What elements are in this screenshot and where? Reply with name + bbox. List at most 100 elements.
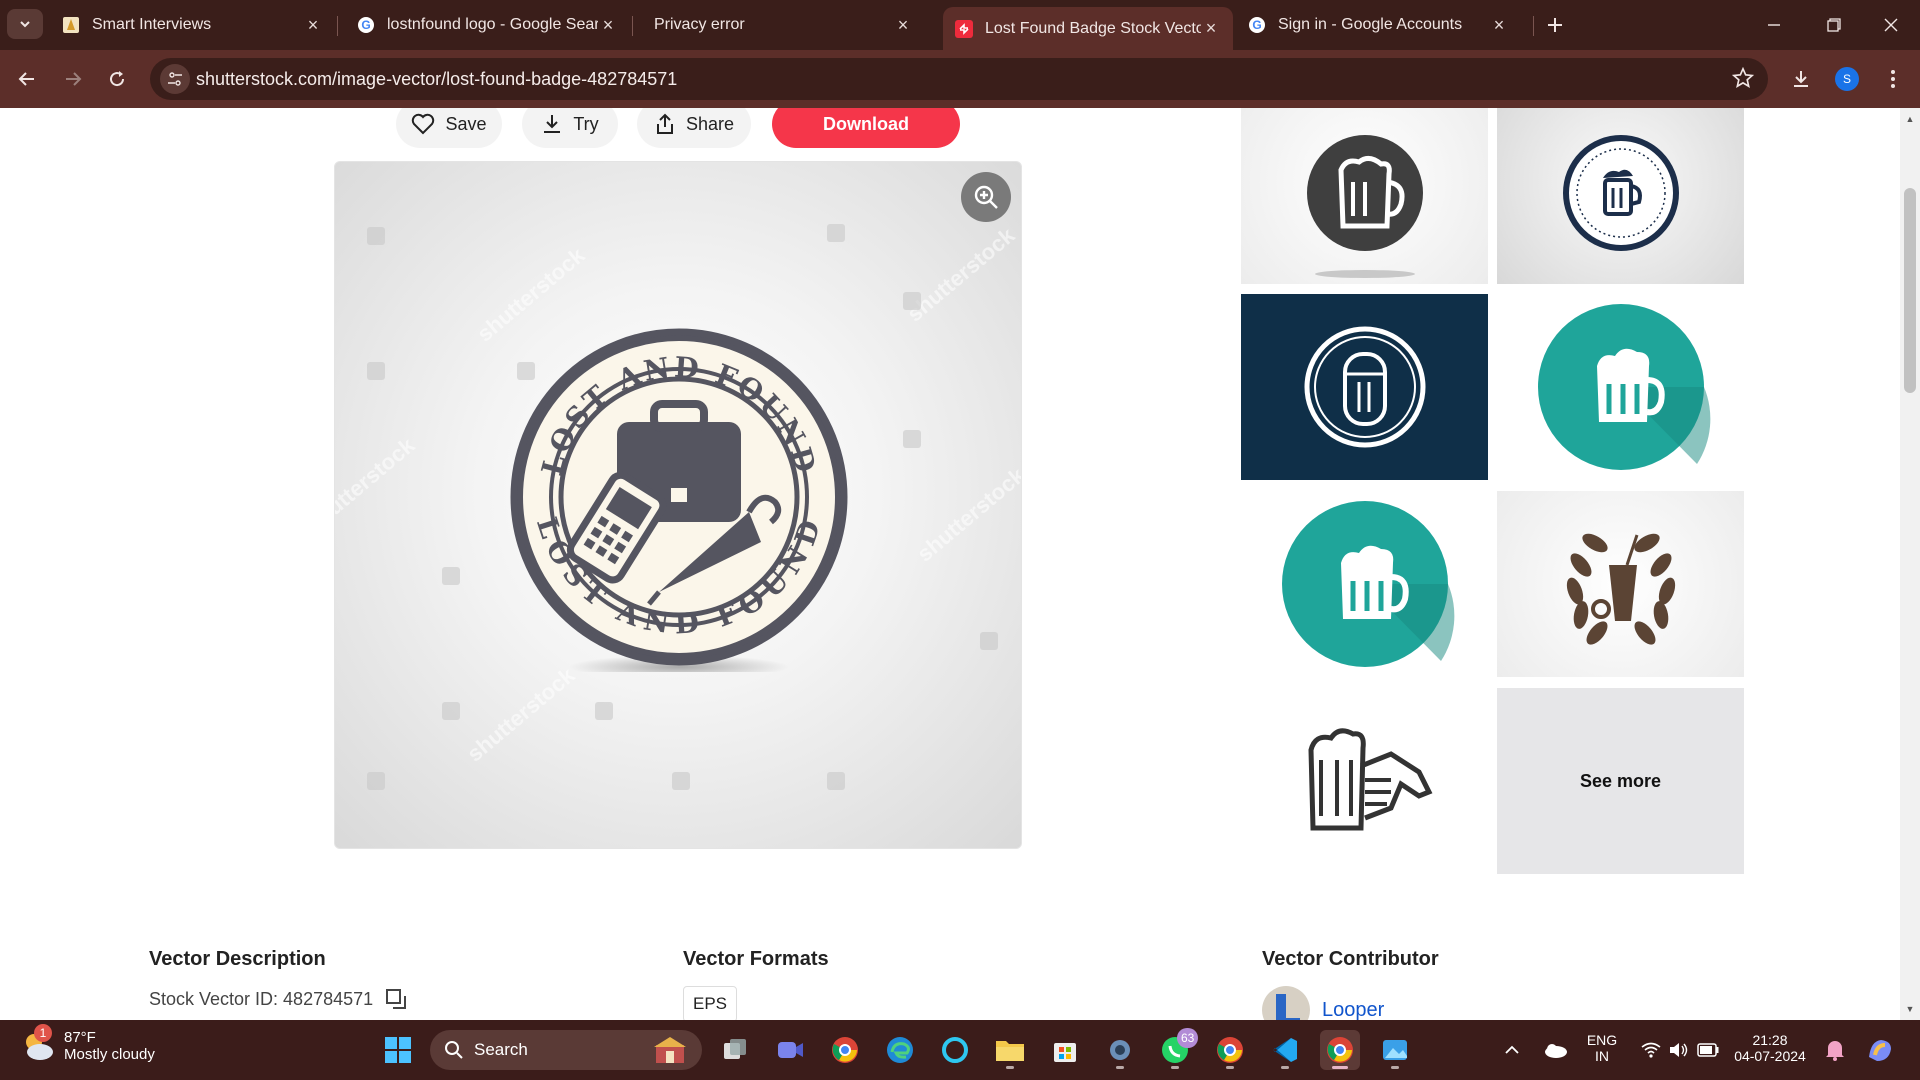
contributor-row[interactable]: Looper (1262, 986, 1384, 1020)
close-icon[interactable]: × (598, 15, 618, 35)
svg-text:G: G (1252, 18, 1261, 32)
profile-button[interactable]: S (1830, 62, 1864, 96)
close-window-button[interactable] (1862, 0, 1920, 50)
chrome-active-icon[interactable] (1320, 1030, 1360, 1070)
scroll-down-arrow-icon[interactable]: ▼ (1905, 1004, 1915, 1014)
notification-bell-icon[interactable] (1815, 1030, 1855, 1070)
task-view-icon[interactable] (715, 1030, 755, 1070)
tab-privacy-error[interactable]: Privacy error × (640, 7, 925, 43)
tab-lost-found-badge[interactable]: Lost Found Badge Stock Vector × (943, 7, 1233, 50)
beer-mug-icon (1282, 501, 1455, 667)
watermark-mark (827, 772, 845, 790)
watermark-mark (367, 227, 385, 245)
language-indicator[interactable]: ENG IN (1582, 1032, 1622, 1064)
taskbar-search[interactable]: Search (430, 1030, 702, 1070)
try-button[interactable]: Try (522, 108, 618, 148)
bookmark-star-icon[interactable] (1731, 66, 1755, 94)
file-explorer-icon[interactable] (990, 1030, 1030, 1070)
smart-interviews-favicon-icon (62, 16, 80, 34)
watermark-text: shutterstock (334, 432, 420, 537)
address-bar[interactable]: shutterstock.com/image-vector/lost-found… (150, 58, 1768, 100)
zoom-button[interactable] (961, 172, 1011, 222)
edge-icon[interactable] (880, 1030, 920, 1070)
related-image-beer-teal-1[interactable] (1497, 294, 1744, 480)
copy-icon[interactable] (385, 988, 407, 1010)
arrow-right-icon (66, 72, 82, 86)
close-icon[interactable]: × (303, 15, 323, 35)
language-top: ENG (1586, 1032, 1618, 1048)
google-favicon-icon: G (357, 16, 375, 34)
save-button[interactable]: Save (396, 108, 502, 148)
related-image-drink-wreath[interactable] (1497, 491, 1744, 677)
arrow-left-icon (18, 72, 34, 86)
minimize-button[interactable] (1745, 0, 1803, 50)
whatsapp-icon[interactable]: 63 (1155, 1028, 1199, 1070)
search-icon (445, 1041, 463, 1059)
close-icon[interactable]: × (893, 15, 913, 35)
close-icon[interactable]: × (1489, 15, 1509, 35)
back-button[interactable] (10, 62, 44, 96)
main-preview-image[interactable]: shutterstock shutterstock shutterstock s… (334, 161, 1022, 849)
clock-time: 21:28 (1752, 1032, 1788, 1048)
beer-mug-icon (1538, 304, 1711, 470)
weather-widget[interactable]: 1 87°F Mostly cloudy (20, 1024, 155, 1064)
beer-hand-icon (1308, 728, 1433, 831)
chevron-up-icon[interactable] (1492, 1030, 1532, 1070)
new-tab-button[interactable] (1540, 10, 1570, 40)
related-image-beer-hand[interactable] (1241, 688, 1488, 874)
watermark-mark (672, 772, 690, 790)
tab-smart-interviews[interactable]: Smart Interviews × (50, 7, 335, 43)
forward-button[interactable] (56, 62, 90, 96)
beer-glass-icon (1304, 326, 1426, 448)
running-indicator (1171, 1066, 1179, 1069)
page-scrollbar[interactable]: ▲ ▼ (1900, 108, 1920, 1020)
contributor-avatar[interactable] (1262, 986, 1310, 1020)
meet-icon[interactable] (770, 1030, 810, 1070)
tab-google-signin[interactable]: G Sign in - Google Accounts × (1236, 7, 1521, 43)
share-icon (656, 113, 673, 134)
cortana-icon[interactable] (935, 1030, 975, 1070)
share-button[interactable]: Share (637, 108, 751, 148)
download-button[interactable]: Download (772, 108, 960, 148)
watermark-mark (827, 224, 845, 242)
watermark-mark (442, 567, 460, 585)
start-button[interactable] (378, 1030, 418, 1070)
store-icon[interactable] (1045, 1030, 1085, 1070)
format-chip-eps[interactable]: EPS (683, 986, 737, 1020)
beer-mug-icon (1563, 135, 1679, 251)
drink-wreath-icon (1566, 533, 1676, 645)
clock[interactable]: 21:28 04-07-2024 (1730, 1032, 1810, 1064)
menu-button[interactable] (1876, 62, 1910, 96)
related-image-beer-navy[interactable] (1241, 294, 1488, 480)
related-image-beer-circle[interactable] (1497, 108, 1744, 284)
chevron-down-icon (20, 21, 30, 28)
site-info-button[interactable] (160, 64, 190, 94)
vscode-icon[interactable] (1265, 1030, 1305, 1070)
scroll-thumb[interactable] (1904, 188, 1916, 393)
chrome-profile-icon[interactable] (1210, 1030, 1250, 1070)
scroll-up-arrow-icon[interactable]: ▲ (1905, 114, 1915, 124)
reload-button[interactable] (100, 62, 134, 96)
close-icon[interactable]: × (1201, 18, 1221, 39)
url-text[interactable]: shutterstock.com/image-vector/lost-found… (196, 69, 677, 90)
copilot-icon[interactable] (1860, 1030, 1900, 1070)
tab-lostnfound-search[interactable]: G lostnfound logo - Google Search × (345, 7, 630, 43)
restore-button[interactable] (1805, 0, 1863, 50)
system-tray-status[interactable] (1630, 1030, 1730, 1070)
taskbar-search-label: Search (474, 1040, 528, 1059)
watermark-mark (980, 632, 998, 650)
tab-search-button[interactable] (7, 9, 43, 39)
contributor-name-link[interactable]: Looper (1322, 999, 1384, 1021)
related-image-beer-teal-2[interactable] (1241, 491, 1488, 677)
see-more-button[interactable]: See more (1497, 688, 1744, 874)
chrome-icon[interactable] (825, 1030, 865, 1070)
downloads-button[interactable] (1784, 62, 1818, 96)
weather-cloud-icon: 1 (20, 1024, 56, 1064)
weather-condition: Mostly cloudy (64, 1046, 155, 1063)
tab-title: Smart Interviews (92, 16, 212, 33)
related-image-beer-dark[interactable] (1241, 108, 1488, 284)
onedrive-icon[interactable] (1535, 1030, 1575, 1070)
battery-icon (1697, 1043, 1719, 1057)
photos-icon[interactable] (1375, 1030, 1415, 1070)
settings-icon[interactable] (1100, 1030, 1140, 1070)
